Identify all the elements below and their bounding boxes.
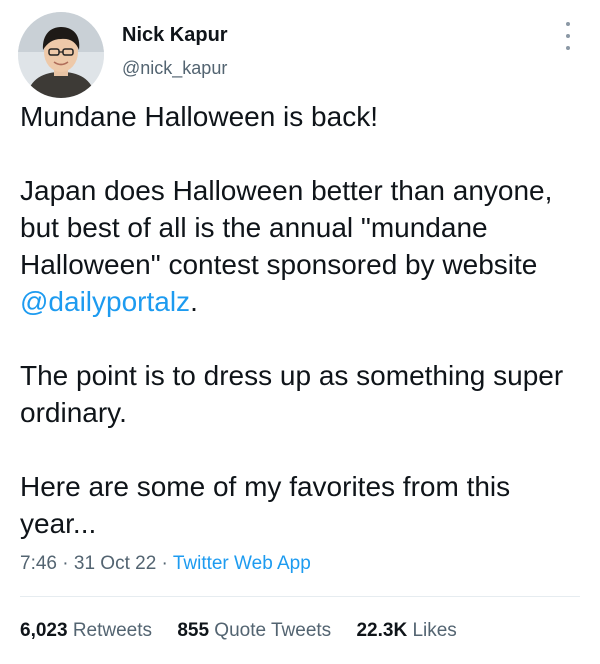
tweet-time[interactable]: 7:46	[20, 553, 57, 574]
tweet-paragraph-2: Japan does Halloween better than anyone,…	[20, 172, 588, 320]
tweet-card: Nick Kapur @nick_kapur Mundane Halloween…	[0, 0, 600, 664]
quote-tweets-label: Quote Tweets	[214, 620, 332, 641]
vertical-ellipsis-icon[interactable]	[556, 22, 580, 50]
tweet-paragraph-4: Here are some of my favorites from this …	[20, 471, 511, 539]
retweets-label: Retweets	[72, 620, 153, 641]
tweet-date[interactable]: 31 Oct 22	[74, 553, 156, 574]
mention-link[interactable]: @dailyportalz	[20, 286, 190, 317]
quote-tweets-count: 855	[177, 620, 210, 641]
tweet-paragraph-2-text: Japan does Halloween better than anyone,…	[20, 175, 553, 280]
tweet-line-1: Mundane Halloween is back!	[20, 101, 378, 132]
author-name[interactable]: Nick Kapur	[122, 24, 228, 47]
likes-stat[interactable]: 22.3K Likes	[356, 620, 456, 642]
avatar[interactable]	[18, 12, 104, 98]
tweet-text: Mundane Halloween is back! Japan does Ha…	[20, 98, 588, 542]
quote-tweets-stat[interactable]: 855 Quote Tweets	[177, 620, 331, 642]
tweet-paragraph-3: The point is to dress up as something su…	[20, 360, 564, 428]
tweet-stats: 6,023 Retweets 855 Quote Tweets 22.3K Li…	[20, 620, 477, 642]
author-handle[interactable]: @nick_kapur	[122, 58, 227, 79]
retweets-stat[interactable]: 6,023 Retweets	[20, 620, 152, 642]
likes-label: Likes	[412, 620, 457, 641]
retweets-count: 6,023	[20, 620, 68, 641]
profile-photo-icon	[18, 12, 104, 98]
tweet-paragraph-2-end: .	[190, 286, 198, 317]
tweet-source[interactable]: Twitter Web App	[173, 553, 311, 574]
meta-separator: ·	[62, 553, 69, 574]
meta-separator: ·	[161, 553, 168, 574]
likes-count: 22.3K	[356, 620, 408, 641]
divider	[20, 596, 580, 597]
tweet-meta: 7:46 · 31 Oct 22 · Twitter Web App	[20, 553, 311, 575]
